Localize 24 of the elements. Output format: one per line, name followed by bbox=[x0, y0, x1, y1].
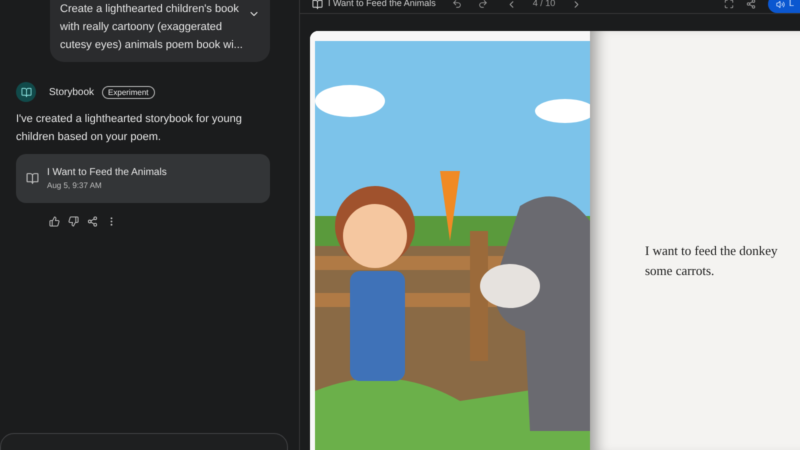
share-icon[interactable] bbox=[87, 216, 98, 227]
storybook-card[interactable]: I Want to Feed the Animals Aug 5, 9:37 AM bbox=[16, 154, 270, 203]
thumbs-up-icon[interactable] bbox=[49, 216, 60, 227]
listen-button[interactable]: L bbox=[768, 0, 800, 13]
prompt-text: with really cartoony (exaggerated bbox=[60, 20, 224, 35]
page-indicator: 4 / 10 bbox=[532, 0, 556, 10]
prompt-text: cutesy eyes) animals poem book wi... bbox=[60, 38, 244, 53]
share-icon[interactable] bbox=[746, 0, 756, 9]
prompt-text: Create a lighthearted children's book bbox=[60, 2, 240, 17]
card-time: Aug 5, 9:37 AM bbox=[47, 180, 103, 192]
experiment-badge: Experiment bbox=[102, 86, 154, 98]
book-icon bbox=[26, 172, 39, 185]
response-message: I've created a lighthearted storybook for young children based on your poem. bbox=[16, 112, 243, 145]
story-text: I want to feed the donkey some carrots. bbox=[645, 242, 778, 280]
speaker-icon bbox=[776, 0, 785, 8]
agent-name: Storybook bbox=[49, 86, 94, 100]
viewer-title: I Want to Feed the Animals bbox=[328, 0, 436, 10]
undo-icon[interactable] bbox=[452, 0, 462, 9]
card-title: I Want to Feed the Animals bbox=[47, 166, 167, 180]
storybook-icon bbox=[16, 82, 36, 102]
book-icon bbox=[312, 0, 323, 10]
redo-icon[interactable] bbox=[478, 0, 488, 9]
thumbs-down-icon[interactable] bbox=[68, 216, 79, 227]
fullscreen-icon[interactable] bbox=[724, 0, 734, 9]
